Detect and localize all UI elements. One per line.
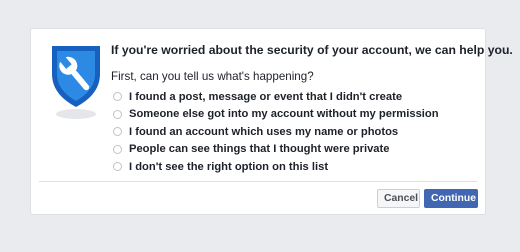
radio-button[interactable] [113, 92, 122, 102]
dialog-title: If you're worried about the security of … [111, 43, 513, 57]
radio-button[interactable] [113, 144, 122, 154]
cancel-button[interactable]: Cancel [377, 189, 420, 208]
option-label: Someone else got into my account without… [129, 108, 439, 121]
shield-wrench-icon [46, 43, 106, 123]
option-post-message-event[interactable]: I found a post, message or event that I … [113, 88, 439, 106]
option-privacy[interactable]: People can see things that I thought wer… [113, 141, 439, 159]
option-label: I don't see the right option on this lis… [129, 160, 329, 173]
option-impersonation[interactable]: I found an account which uses my name or… [113, 123, 439, 141]
dialog-subtitle: First, can you tell us what's happening? [111, 70, 314, 83]
radio-button[interactable] [113, 109, 122, 119]
radio-button[interactable] [113, 162, 122, 172]
option-label: I found a post, message or event that I … [129, 90, 403, 103]
options-list: I found a post, message or event that I … [113, 88, 439, 176]
option-other[interactable]: I don't see the right option on this lis… [113, 158, 439, 176]
radio-button[interactable] [113, 127, 122, 137]
security-help-dialog: If you're worried about the security of … [30, 28, 513, 215]
option-label: People can see things that I thought wer… [129, 143, 390, 156]
continue-button[interactable]: Continue [424, 189, 478, 208]
option-account-accessed[interactable]: Someone else got into my account without… [113, 106, 439, 124]
dialog-divider [39, 181, 477, 182]
option-label: I found an account which uses my name or… [129, 125, 399, 138]
